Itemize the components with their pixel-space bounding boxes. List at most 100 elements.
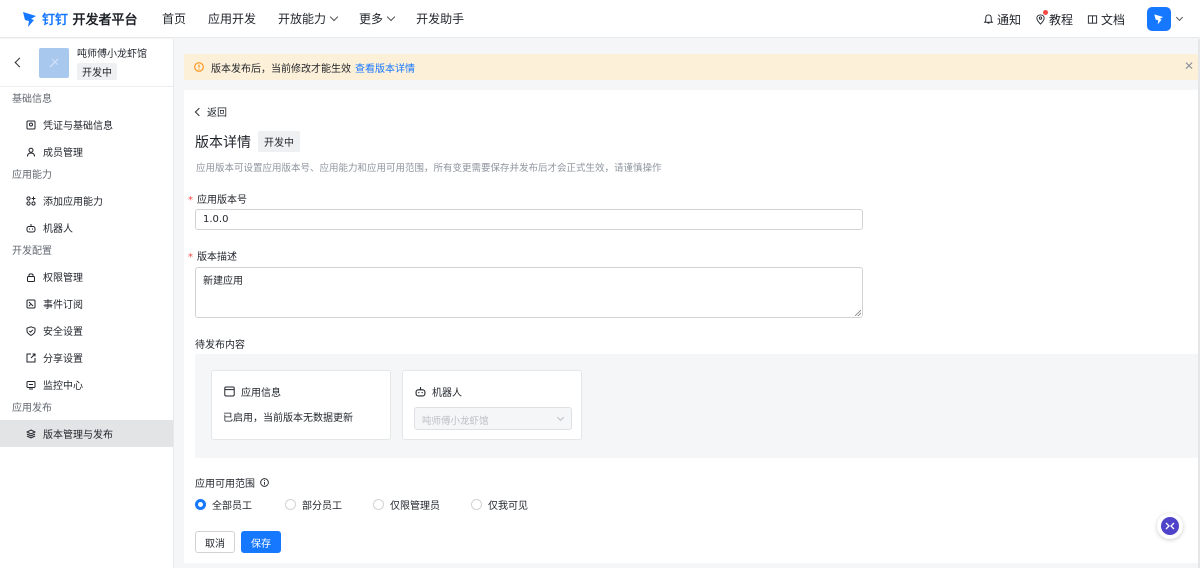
nav-label: 应用开发 — [208, 12, 257, 26]
group-title-capabilities: 应用能力 — [12, 170, 52, 181]
logo-brand: 钉钉 — [42, 13, 69, 28]
info-icon[interactable] — [260, 478, 269, 487]
app-info: 吨师傅小龙虾馆 开发中 — [77, 45, 147, 80]
notification-button[interactable]: 通知 — [983, 11, 1021, 28]
assistant-face-icon — [1165, 522, 1175, 530]
image-placeholder-icon — [49, 58, 59, 67]
robot-icon — [26, 223, 36, 232]
sidebar-item-label: 权限管理 — [43, 273, 83, 284]
pending-content-label: 待发布内容 — [195, 340, 245, 351]
nav-home[interactable]: 首页 — [162, 10, 186, 27]
sidebar-item-share[interactable]: 分享设置 — [0, 344, 173, 371]
docs-button[interactable]: 文档 — [1087, 11, 1125, 28]
app-info-card-header: 应用信息 — [224, 384, 281, 399]
notification-label: 通知 — [996, 12, 1021, 27]
robot-card-title: 机器人 — [432, 388, 462, 399]
main-nav: 首页 应用开发 开放能力 更多 开发助手 — [162, 10, 486, 27]
group-title-release: 应用发布 — [12, 403, 52, 414]
logo-text: 钉钉 开发者平台 — [42, 9, 138, 28]
app-name: 吨师傅小龙虾馆 — [77, 49, 147, 60]
lock-icon — [27, 272, 35, 282]
save-button[interactable]: 保存 — [241, 531, 281, 553]
robot-card: 机器人 吨师傅小龙虾馆 — [402, 370, 582, 440]
chevron-down-icon[interactable] — [1175, 13, 1184, 22]
location-pin-icon — [1036, 13, 1045, 25]
nav-app-dev[interactable]: 应用开发 — [208, 10, 256, 27]
layers-icon — [26, 428, 36, 439]
sidebar-item-version-release[interactable]: 版本管理与发布 — [0, 420, 173, 447]
resize-handle[interactable] — [855, 310, 861, 316]
notice-text: 版本发布后，当前修改才能生效 — [211, 63, 351, 75]
warning-icon — [194, 62, 204, 72]
book-icon — [1087, 14, 1098, 24]
nav-dev-assistant[interactable]: 开发助手 — [416, 10, 464, 27]
nav-open-capabilities[interactable]: 开放能力 — [278, 10, 339, 27]
back-arrow-icon[interactable] — [14, 57, 25, 68]
scope-radio-group: 全部员工 部分员工 仅限管理员 仅我可见 — [195, 497, 528, 512]
sidebar: 吨师傅小龙虾馆 开发中 基础信息 凭证与基础信息 成员管理 应用能力 添加应用能… — [0, 39, 174, 568]
nav-label: 开发助手 — [416, 12, 465, 26]
radio-some-staff[interactable]: 部分员工 — [285, 497, 373, 512]
sidebar-item-robot[interactable]: 机器人 — [0, 214, 173, 241]
robot-card-header: 机器人 — [415, 384, 462, 399]
sidebar-item-label: 安全设置 — [43, 327, 83, 338]
chevron-left-icon — [194, 107, 204, 116]
sidebar-item-add-capability[interactable]: 添加应用能力 — [0, 187, 173, 214]
sidebar-item-events[interactable]: 事件订阅 — [0, 290, 173, 317]
sidebar-item-security[interactable]: 安全设置 — [0, 317, 173, 344]
tutorial-button[interactable]: 教程 — [1035, 9, 1073, 28]
version-desc-value: 新建应用 — [203, 276, 243, 287]
sidebar-item-monitor[interactable]: 监控中心 — [0, 371, 173, 398]
version-detail-panel: 返回 版本详情 开发中 应用版本可设置应用版本号、应用能力和应用可用范围，所有变… — [184, 90, 1200, 563]
back-label: 返回 — [207, 108, 227, 119]
nav-label: 首页 — [162, 12, 187, 26]
nav-label: 更多 — [359, 12, 384, 26]
page-description: 应用版本可设置应用版本号、应用能力和应用可用范围，所有变更需要保存并发布后才会正… — [196, 163, 662, 174]
radio-label: 仅限管理员 — [390, 501, 440, 512]
sidebar-item-label: 版本管理与发布 — [43, 430, 113, 441]
page-title: 版本详情 — [195, 134, 251, 151]
top-nav-bar: 钉钉 开发者平台 首页 应用开发 开放能力 更多 开发助手 通知 教程 文档 — [0, 0, 1200, 38]
shield-icon — [26, 325, 36, 336]
assistant-float-button[interactable] — [1157, 513, 1183, 539]
nav-more[interactable]: 更多 — [359, 10, 396, 27]
status-badge: 开发中 — [258, 131, 300, 152]
back-link[interactable]: 返回 — [194, 104, 227, 119]
radio-all-staff[interactable]: 全部员工 — [195, 497, 285, 512]
robot-select-value: 吨师傅小龙虾馆 — [422, 416, 489, 427]
sidebar-item-members[interactable]: 成员管理 — [0, 138, 173, 165]
close-icon[interactable]: ✕ — [1184, 59, 1194, 73]
share-icon — [26, 353, 36, 362]
logo-platform: 开发者平台 — [72, 13, 138, 28]
logo[interactable]: 钉钉 开发者平台 — [22, 9, 162, 28]
credential-icon — [26, 120, 36, 129]
notice-banner: 版本发布后，当前修改才能生效 查看版本详情 ✕ — [184, 54, 1200, 80]
cancel-button[interactable]: 取消 — [195, 531, 235, 553]
group-title-dev-config: 开发配置 — [12, 246, 52, 257]
avatar[interactable] — [1147, 7, 1171, 31]
radio-only-me[interactable]: 仅我可见 — [471, 497, 528, 512]
view-version-link[interactable]: 查看版本详情 — [355, 60, 415, 75]
chevron-down-icon — [556, 413, 565, 422]
radio-admins-only[interactable]: 仅限管理员 — [373, 497, 471, 512]
sidebar-item-label: 添加应用能力 — [43, 197, 103, 208]
version-desc-textarea[interactable]: 新建应用 — [195, 267, 863, 318]
version-number-input[interactable] — [195, 209, 863, 230]
top-right-actions: 通知 教程 文档 — [969, 0, 1184, 38]
sidebar-item-label: 事件订阅 — [43, 300, 83, 311]
sidebar-item-label: 分享设置 — [43, 354, 83, 365]
sidebar-item-label: 机器人 — [43, 224, 73, 235]
scope-label-text: 应用可用范围 — [195, 479, 255, 490]
radio-circle — [285, 499, 296, 510]
window-icon — [224, 386, 235, 397]
robot-select[interactable]: 吨师傅小龙虾馆 — [414, 407, 572, 430]
radio-label: 仅我可见 — [488, 501, 528, 512]
sidebar-item-credentials[interactable]: 凭证与基础信息 — [0, 111, 173, 138]
tutorial-label: 教程 — [1048, 12, 1073, 27]
unread-dot — [1042, 9, 1048, 15]
event-icon — [26, 299, 36, 308]
sidebar-item-permissions[interactable]: 权限管理 — [0, 263, 173, 290]
app-thumbnail — [39, 47, 69, 78]
chevron-down-icon — [386, 12, 396, 22]
dingtalk-avatar-icon — [1154, 14, 1163, 25]
